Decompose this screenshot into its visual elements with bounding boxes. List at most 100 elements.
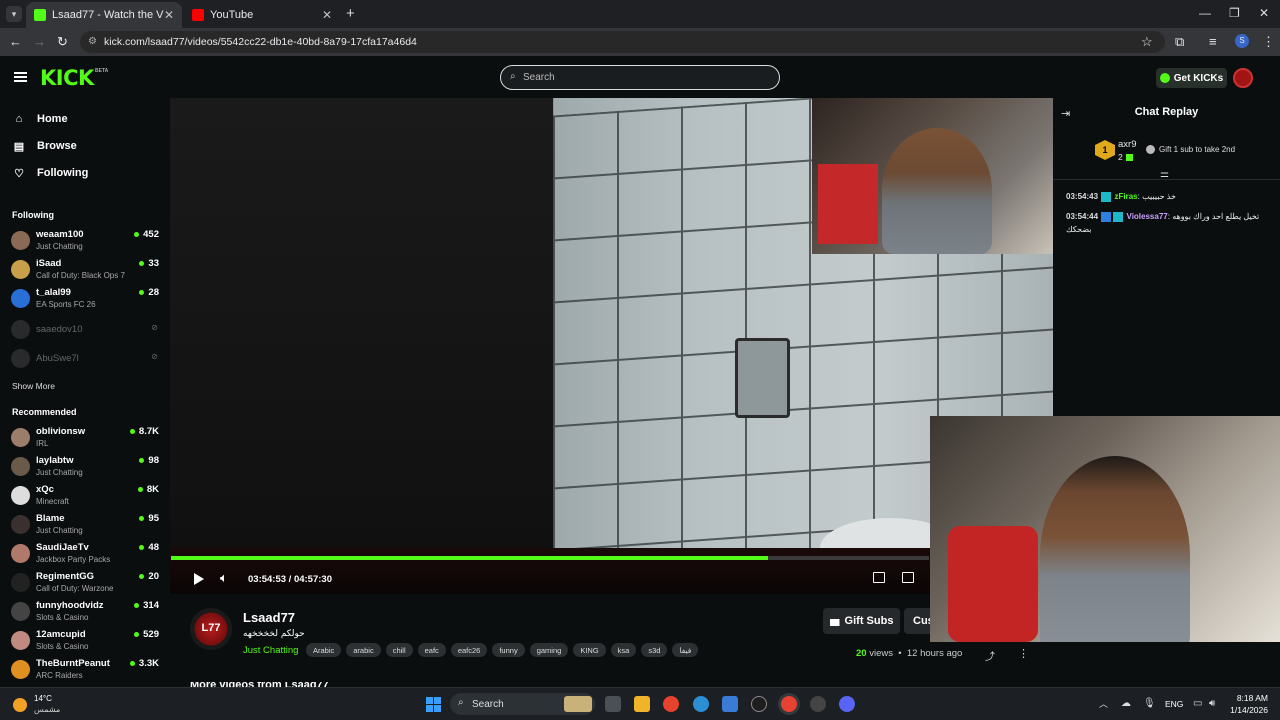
gift-subs-button[interactable]: Gift Subs	[823, 608, 900, 634]
channel-name: t_alal99	[36, 287, 71, 298]
minimize-icon[interactable]: —	[1199, 6, 1211, 20]
sidebar-channel-xqc[interactable]: xQc Minecraft 8K	[11, 484, 159, 510]
sidebar-channel-saaedov10[interactable]: saaedov10 ⊘	[11, 318, 159, 344]
media-controls-icon[interactable]: ≡	[1209, 34, 1217, 49]
play-icon[interactable]	[194, 573, 204, 585]
edge-icon[interactable]	[693, 696, 709, 712]
tab-search-icon[interactable]: ▾	[6, 6, 22, 22]
tag[interactable]: gaming	[529, 643, 569, 657]
channel-name: saaedov10	[36, 324, 83, 335]
channel-name[interactable]: Lsaad77	[243, 610, 295, 625]
weather-temperature[interactable]: 14°C	[34, 694, 52, 703]
discord-icon[interactable]	[839, 696, 855, 712]
sidebar-channel-regimentgg[interactable]: RegimentGG Call of Duty: Warzone 20	[11, 571, 159, 597]
browser-menu-icon[interactable]: ⋮	[1262, 34, 1275, 50]
windows-start-icon[interactable]	[426, 697, 441, 712]
tag[interactable]: ksa	[610, 643, 637, 657]
settings-app-icon[interactable]	[810, 696, 826, 712]
tag[interactable]: eafc	[417, 643, 446, 657]
custom-button[interactable]: Cus	[904, 608, 930, 634]
onedrive-icon[interactable]: ☁	[1121, 698, 1131, 709]
chat-filter-icon[interactable]: ☰	[1160, 172, 1169, 183]
volume-tray-icon[interactable]: 🔊︎	[1209, 698, 1215, 709]
tag[interactable]: eafc26	[450, 643, 488, 657]
tray-overflow-icon[interactable]: ︿	[1099, 697, 1108, 710]
sidebar-channel-abuswe7l[interactable]: AbuSwe7l ⊘	[11, 347, 159, 373]
tab-youtube[interactable]: YouTube ✕	[184, 2, 340, 28]
sun-icon[interactable]	[13, 698, 27, 712]
picture-in-picture-icon[interactable]	[873, 572, 885, 583]
viewer-count: 98	[139, 455, 159, 466]
bookmark-star-icon[interactable]: ☆	[1141, 34, 1153, 50]
close-tab-icon[interactable]: ✕	[164, 8, 174, 22]
chrome-active-icon[interactable]	[781, 696, 797, 712]
sidebar: ⌂ Home ▤ Browse ♡ Following Following we…	[0, 98, 170, 687]
input-language[interactable]: ENG	[1165, 699, 1183, 709]
forward-icon[interactable]: →	[33, 34, 46, 49]
video-player[interactable]	[170, 98, 1053, 594]
store-icon[interactable]	[722, 696, 738, 712]
close-window-icon[interactable]: ✕	[1259, 6, 1269, 20]
gift-leader-name[interactable]: axr9	[1118, 139, 1136, 150]
sidebar-channel-12amcupid[interactable]: 12amcupid Slots & Casino 529	[11, 629, 159, 655]
app-icon[interactable]	[751, 696, 767, 712]
file-explorer-icon[interactable]	[634, 696, 650, 712]
tag[interactable]: chill	[385, 643, 413, 657]
sidebar-channel-oblivionsw[interactable]: oblivionsw IRL 8.7K	[11, 426, 159, 452]
channel-avatar[interactable]: L77	[190, 608, 232, 650]
video-category[interactable]: Just Chatting	[243, 645, 298, 656]
channel-category: Just Chatting	[36, 468, 83, 477]
tag[interactable]: arabic	[346, 643, 381, 657]
reload-icon[interactable]: ↻	[57, 34, 68, 50]
nav-following[interactable]: ♡ Following	[12, 164, 88, 182]
sidebar-channel-saudijaetv[interactable]: SaudiJaeTv Jackbox Party Packs 48	[11, 542, 159, 568]
show-more-link[interactable]: Show More	[12, 381, 55, 391]
back-icon[interactable]: ←	[9, 34, 22, 49]
weather-description[interactable]: مشمس	[34, 705, 60, 714]
video-progress-bar[interactable]	[171, 556, 929, 560]
user-avatar[interactable]	[1233, 68, 1253, 88]
search-input[interactable]: ⌕ Search	[500, 65, 780, 90]
theater-mode-icon[interactable]	[902, 572, 914, 583]
clock-date[interactable]: 1/14/2026	[1222, 705, 1268, 715]
close-tab-icon[interactable]: ✕	[322, 8, 332, 22]
menu-icon[interactable]	[14, 72, 27, 82]
sidebar-channel-isaad[interactable]: iSaad Call of Duty: Black Ops 7 33	[11, 258, 159, 284]
tag[interactable]: funny	[492, 643, 525, 657]
message-user[interactable]: Violessa77	[1127, 212, 1168, 221]
tag[interactable]: فيفا	[672, 643, 699, 657]
tag[interactable]: s3d	[641, 643, 668, 657]
kick-logo[interactable]: KICK	[40, 66, 94, 90]
get-kicks-button[interactable]: Get KICKs	[1156, 68, 1227, 88]
maximize-icon[interactable]: ❐	[1229, 6, 1240, 20]
sidebar-channel-funnyhoodvidz[interactable]: funnyhoodvidz Slots & Casino 314	[11, 600, 159, 626]
profile-avatar[interactable]: S	[1235, 34, 1249, 48]
clock-time[interactable]: 8:18 AM	[1230, 693, 1268, 703]
sidebar-channel-theburntpeanut[interactable]: TheBurntPeanut ARC Raiders 3.3K	[11, 658, 159, 684]
gift-prompt[interactable]: Gift 1 sub to take 2nd	[1146, 145, 1235, 154]
share-icon[interactable]: ⤴	[985, 648, 995, 663]
site-info-icon[interactable]: ⚙	[88, 36, 97, 47]
more-options-icon[interactable]: ⋮	[1018, 647, 1029, 660]
sidebar-channel-weaam100[interactable]: weaam100 Just Chatting 452	[11, 229, 159, 255]
task-view-icon[interactable]	[605, 696, 621, 712]
nav-home[interactable]: ⌂ Home	[12, 110, 68, 128]
tab-kick[interactable]: Lsaad77 - Watch the VOD on Ki ✕	[26, 2, 182, 28]
new-tab-button[interactable]: +	[346, 5, 355, 22]
webcam-person	[1040, 456, 1190, 642]
sidebar-channel-t-alal99[interactable]: t_alal99 EA Sports FC 26 28	[11, 287, 159, 313]
tag[interactable]: KING	[573, 643, 606, 657]
volume-icon[interactable]: 🔈︎	[220, 570, 228, 586]
live-dot-icon	[137, 487, 143, 492]
network-icon[interactable]: ▭	[1193, 698, 1202, 709]
nav-browse[interactable]: ▤ Browse	[12, 137, 77, 155]
sidebar-channel-blame[interactable]: Blame Just Chatting 95	[11, 513, 159, 539]
address-bar[interactable]: ⚙ kick.com/lsaad77/videos/5542cc22-db1e-…	[80, 31, 1165, 53]
sidebar-channel-laylabtw[interactable]: laylabtw Just Chatting 98	[11, 455, 159, 481]
chrome-icon[interactable]	[663, 696, 679, 712]
avatar	[11, 349, 30, 368]
microphone-icon[interactable]: 🎙︎	[1143, 698, 1156, 709]
extensions-icon[interactable]: ⧉	[1175, 34, 1184, 50]
tag[interactable]: Arabic	[306, 643, 342, 657]
message-user[interactable]: zFiras	[1115, 192, 1138, 201]
